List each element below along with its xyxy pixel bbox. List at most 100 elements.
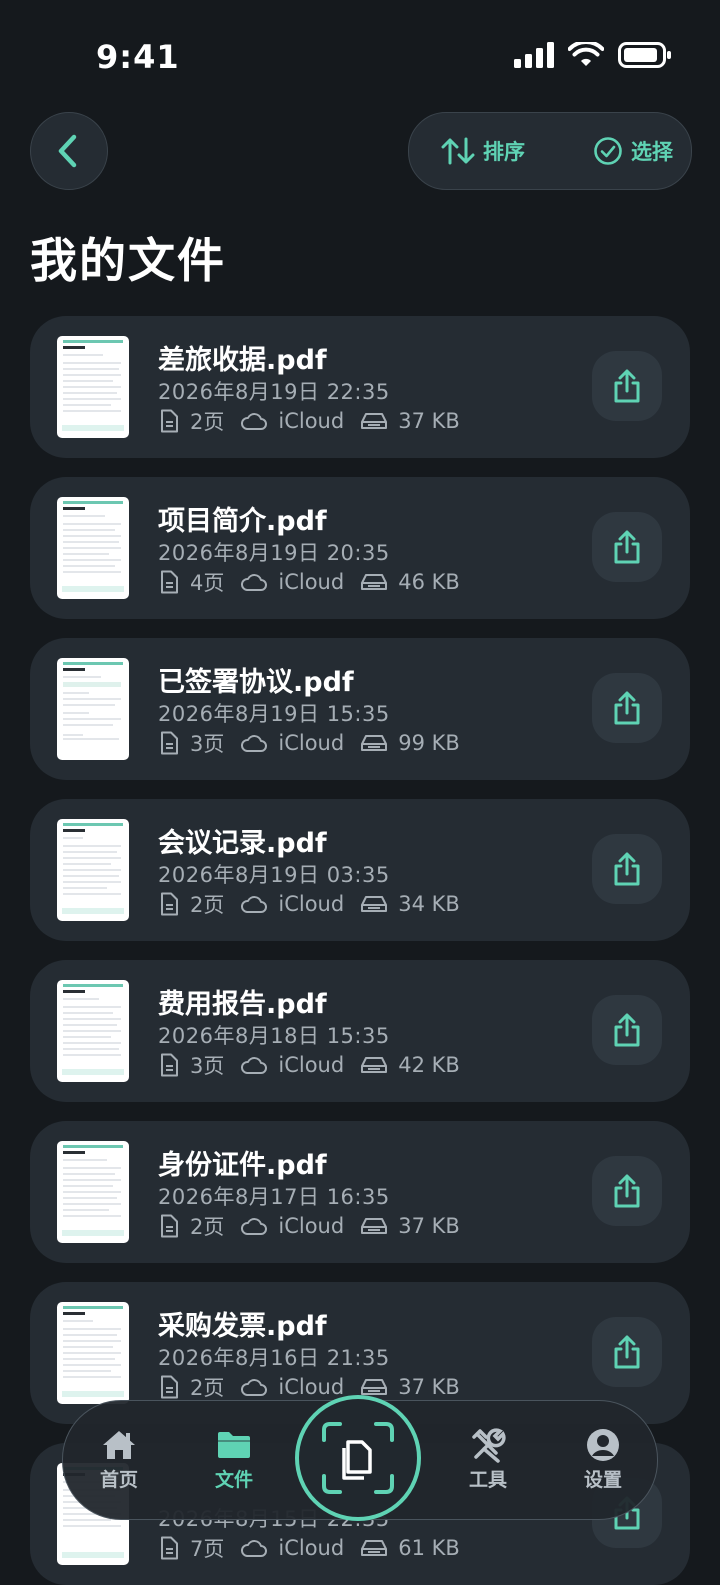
tools-icon [472, 1428, 506, 1463]
file-meta: 2页 iCloud 34 KB [158, 889, 476, 919]
pdf-thumbnail [57, 336, 129, 438]
file-name: 差旅收据.pdf [158, 345, 327, 376]
storage-location: iCloud [278, 1053, 345, 1077]
storage-location: iCloud [278, 892, 345, 916]
storage-drive-icon [361, 1379, 388, 1395]
file-meta: 7页 iCloud 61 KB [158, 1533, 476, 1563]
file-size: 42 KB [398, 1053, 460, 1077]
file-card[interactable]: 会议记录.pdf 2026年8月19日 03:35 2页 iCloud 34 K… [30, 799, 690, 941]
status-time: 9:41 [96, 38, 180, 76]
file-name: 费用报告.pdf [158, 989, 327, 1020]
storage-location: iCloud [278, 570, 345, 594]
file-meta: 2页 iCloud 37 KB [158, 1372, 476, 1402]
page-title: 我的文件 [30, 234, 226, 289]
page-icon [161, 892, 178, 916]
file-size: 37 KB [398, 1375, 460, 1399]
cloud-icon [241, 735, 268, 752]
file-card[interactable]: 已签署协议.pdf 2026年8月19日 15:35 3页 iCloud 99 … [30, 638, 690, 780]
share-icon [614, 1335, 640, 1369]
storage-location: iCloud [278, 409, 345, 433]
file-size: 99 KB [398, 731, 460, 755]
select-button[interactable]: 选择 [593, 136, 673, 166]
share-button[interactable] [592, 512, 662, 582]
file-name: 项目简介.pdf [158, 506, 327, 537]
file-card[interactable]: 项目简介.pdf 2026年8月19日 20:35 4页 iCloud 46 K… [30, 477, 690, 619]
file-size: 37 KB [398, 1214, 460, 1238]
status-bar: 9:41 [0, 0, 720, 110]
storage-location: iCloud [278, 1214, 345, 1238]
storage-drive-icon [361, 574, 388, 590]
file-card[interactable]: 身份证件.pdf 2026年8月17日 16:35 2页 iCloud 37 K… [30, 1121, 690, 1263]
storage-drive-icon [361, 896, 388, 912]
share-button[interactable] [592, 673, 662, 743]
cloud-icon [241, 1218, 268, 1235]
file-card[interactable]: 费用报告.pdf 2026年8月18日 15:35 3页 iCloud 42 K… [30, 960, 690, 1102]
file-name: 已签署协议.pdf [158, 667, 354, 698]
share-button[interactable] [592, 995, 662, 1065]
file-card[interactable]: 差旅收据.pdf 2026年8月19日 22:35 2页 iCloud 37 K… [30, 316, 690, 458]
folder-icon [218, 1432, 250, 1458]
file-meta: 3页 iCloud 42 KB [158, 1050, 476, 1080]
file-date: 2026年8月19日 03:35 [158, 863, 390, 887]
tab-home-label: 首页 [99, 1469, 138, 1491]
file-meta: 2页 iCloud 37 KB [158, 1211, 476, 1241]
cellular-signal-icon [514, 42, 554, 68]
page-count: 3页 [190, 1054, 225, 1078]
pdf-thumbnail [57, 497, 129, 599]
tab-tools[interactable]: 工具 [448, 1425, 528, 1492]
chevron-left-icon [58, 134, 77, 168]
share-icon [614, 852, 640, 886]
tab-settings[interactable]: 设置 [563, 1425, 643, 1492]
file-name: 会议记录.pdf [158, 828, 327, 859]
share-button[interactable] [592, 1317, 662, 1387]
check-circle-icon [594, 137, 622, 165]
page-icon [161, 1053, 178, 1077]
back-button[interactable] [30, 112, 108, 190]
share-button[interactable] [592, 834, 662, 904]
share-icon [614, 1174, 640, 1208]
cloud-icon [241, 896, 268, 913]
bottom-tab-bar: 首页 文件 工具 设置 [62, 1395, 658, 1521]
file-date: 2026年8月16日 21:35 [158, 1346, 390, 1370]
page-icon [161, 1214, 178, 1238]
page-count: 4页 [190, 571, 225, 595]
page-icon [161, 570, 178, 594]
file-name: 采购发票.pdf [158, 1311, 327, 1342]
file-size: 37 KB [398, 409, 460, 433]
sort-button[interactable]: 排序 [441, 136, 525, 166]
file-date: 2026年8月17日 16:35 [158, 1185, 390, 1209]
tab-files[interactable]: 文件 [194, 1425, 274, 1492]
tab-files-label: 文件 [214, 1469, 253, 1491]
cloud-icon [241, 1379, 268, 1396]
pdf-thumbnail [57, 658, 129, 760]
share-button[interactable] [592, 1156, 662, 1226]
file-name: 身份证件.pdf [158, 1150, 327, 1181]
file-size: 46 KB [398, 570, 460, 594]
pdf-thumbnail [57, 1141, 129, 1243]
page-icon [161, 1375, 178, 1399]
cloud-icon [241, 1057, 268, 1074]
file-date: 2026年8月18日 15:35 [158, 1024, 390, 1048]
share-icon [614, 530, 640, 564]
storage-location: iCloud [278, 731, 345, 755]
select-label: 选择 [631, 140, 673, 164]
pdf-thumbnail [57, 819, 129, 921]
scan-button[interactable] [295, 1395, 421, 1521]
share-button[interactable] [592, 351, 662, 421]
file-size: 61 KB [398, 1536, 460, 1560]
home-icon [103, 1431, 135, 1459]
cloud-icon [241, 1540, 268, 1557]
scan-document-icon [322, 1422, 394, 1494]
file-meta: 4页 iCloud 46 KB [158, 567, 476, 597]
tab-tools-label: 工具 [468, 1469, 507, 1491]
file-meta: 3页 iCloud 99 KB [158, 728, 476, 758]
system-icons [514, 42, 672, 68]
tab-home[interactable]: 首页 [79, 1425, 159, 1492]
storage-drive-icon [361, 1540, 388, 1556]
pdf-thumbnail [57, 980, 129, 1082]
page-icon [161, 1536, 178, 1560]
share-icon [614, 1013, 640, 1047]
storage-drive-icon [361, 1057, 388, 1073]
file-date: 2026年8月19日 15:35 [158, 702, 390, 726]
storage-location: iCloud [278, 1536, 345, 1560]
